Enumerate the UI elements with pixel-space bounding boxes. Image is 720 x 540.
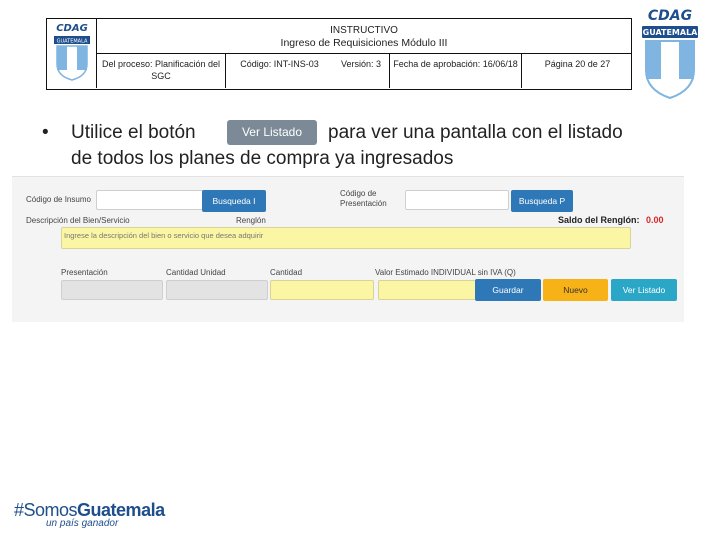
header-title-cell: INSTRUCTIVO Ingreso de Requisiciones Mód…	[97, 19, 631, 54]
codigo-presentacion-input[interactable]	[405, 190, 509, 210]
cantidad-unidad-field	[166, 280, 268, 300]
bullet-dot: •	[42, 122, 49, 143]
descripcion-textarea[interactable]: Ingrese la descripción del bien o servic…	[61, 227, 631, 249]
ver-listado-inline-button[interactable]: Ver Listado	[227, 120, 317, 145]
header-page-number: Página 20 de 27	[521, 54, 633, 88]
guardar-button[interactable]: Guardar	[475, 279, 541, 301]
saldo-renglon-label: Saldo del Renglón:	[558, 215, 640, 225]
cdag-logo-large: CDAG GUATEMALA	[640, 8, 700, 105]
instruction-line1-start: Utilice el botón	[71, 122, 196, 143]
cantidad-label: Cantidad	[270, 268, 303, 277]
saldo-renglon-value: 0.00	[646, 215, 664, 225]
presentacion-field	[61, 280, 163, 300]
cdag-logo-text: CDAG	[56, 23, 88, 34]
cdag-logo-small: CDAG GUATEMALA	[51, 23, 93, 87]
instruction-line1-end: para ver una pantalla con el listado	[328, 122, 623, 143]
header-approval-date: Fecha de aprobación: 16/06/18	[389, 54, 521, 88]
instruction-line2: de todos los planes de compra ya ingresa…	[71, 148, 454, 169]
descripcion-label: Descripción del Bien/Servicio	[26, 216, 130, 225]
codigo-insumo-input[interactable]	[96, 190, 210, 210]
header-subtitle: Ingreso de Requisiciones Módulo III	[280, 37, 448, 49]
hashtag-suffix: Guatemala	[77, 500, 165, 520]
valor-estimado-label: Valor Estimado INDIVIDUAL sin IVA (Q)	[375, 268, 516, 277]
header-process: Del proceso: Planificación del SGC	[101, 59, 221, 81]
ver-listado-button[interactable]: Ver Listado	[611, 279, 677, 301]
codigo-presentacion-label: Código de Presentación	[340, 189, 387, 208]
guatemala-shield-icon: GUATEMALA	[642, 26, 699, 100]
hashtag-prefix: #Somos	[14, 500, 78, 520]
document-header-table: CDAG GUATEMALA INSTRUCTIVO Ingreso de Re…	[46, 18, 632, 90]
requisition-form: Código de Insumo Busqueda I Código de Pr…	[12, 176, 684, 322]
presentacion-label: Presentación	[61, 268, 108, 277]
busqueda-p-button[interactable]: Busqueda P	[511, 190, 573, 212]
cdag-logo-text-large: CDAG	[647, 8, 693, 24]
guatemala-banner-small: GUATEMALA	[57, 39, 88, 45]
header-code: Código: INT-INS-03	[225, 54, 333, 88]
codigo-insumo-label: Código de Insumo	[26, 195, 91, 204]
footer-tagline: un país ganador	[46, 518, 119, 529]
nuevo-button[interactable]: Nuevo	[543, 279, 608, 301]
busqueda-i-button[interactable]: Busqueda I	[202, 190, 266, 212]
renglon-label: Renglón	[236, 216, 266, 225]
shield-icon: GUATEMALA	[54, 36, 90, 81]
valor-estimado-input[interactable]	[378, 280, 488, 300]
descripcion-placeholder: Ingrese la descripción del bien o servic…	[64, 231, 264, 240]
cantidad-unidad-label: Cantidad Unidad	[166, 268, 226, 277]
cantidad-input[interactable]	[270, 280, 374, 300]
guatemala-banner: GUATEMALA	[643, 28, 699, 37]
header-logo-cell: CDAG GUATEMALA	[47, 19, 97, 88]
header-title: INSTRUCTIVO	[330, 25, 398, 36]
header-version: Versión: 3	[340, 59, 382, 69]
header-info-row: Del proceso: Planificación del SGC Códig…	[97, 54, 631, 88]
